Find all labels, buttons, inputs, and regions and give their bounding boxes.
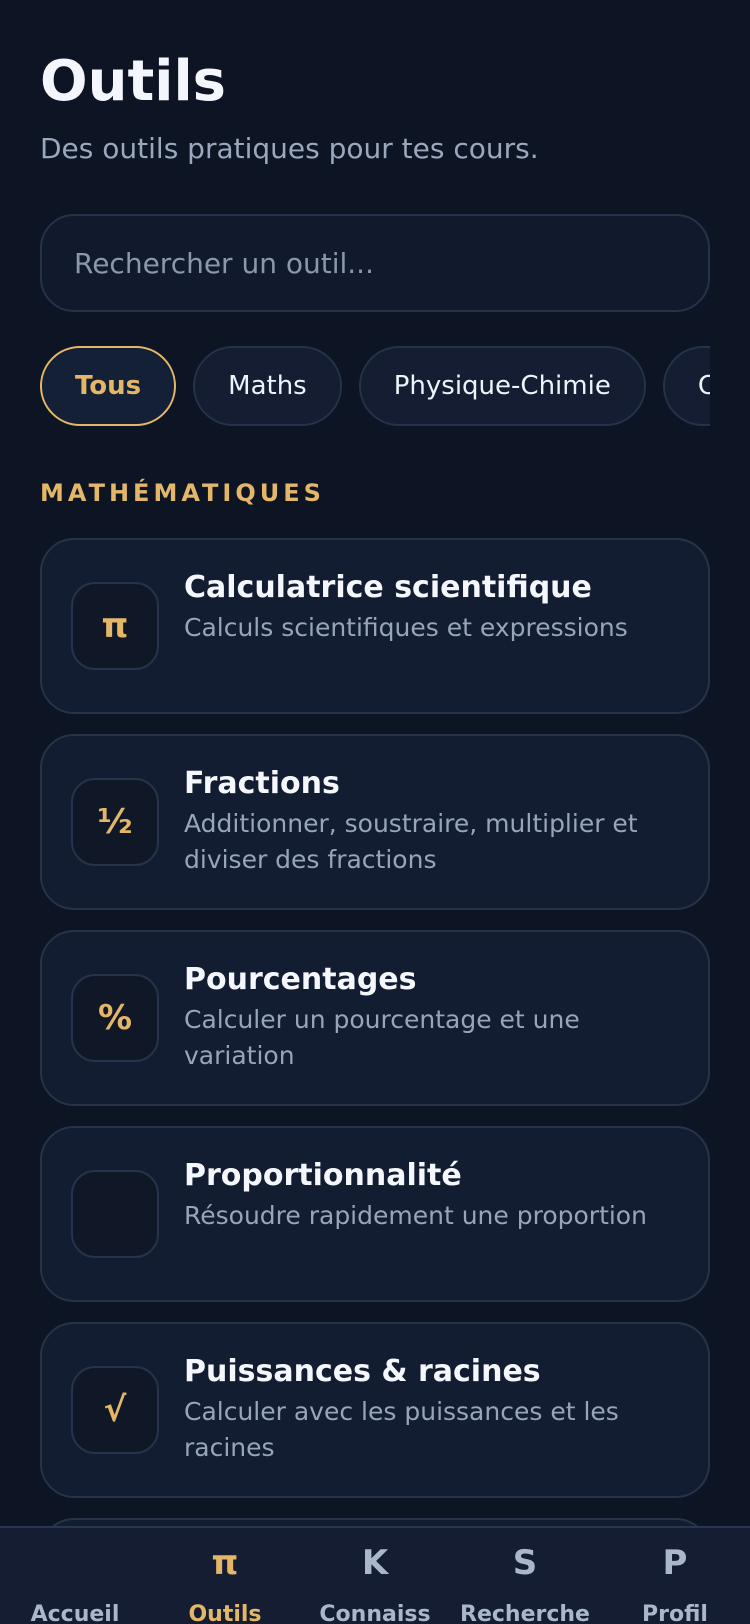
tool-description: Calculs scientifiques et expressions	[184, 613, 628, 642]
nav-label: Accueil	[30, 1602, 120, 1624]
nav-item-recherche[interactable]: S Recherche	[450, 1528, 600, 1624]
nav-label: Recherche	[460, 1602, 590, 1624]
pi-icon: π	[71, 582, 159, 670]
nav-item-outils[interactable]: π Outils	[150, 1528, 300, 1624]
tool-description: Additionner, soustraire, multiplier et d…	[184, 809, 638, 874]
bottom-navigation: Accueil π Outils K Connaiss S Recherche …	[0, 1526, 750, 1624]
tool-card-calculatrice-scientifique[interactable]: π Calculatrice scientifique Calculs scie…	[40, 538, 710, 714]
fraction-icon: ½	[71, 778, 159, 866]
s-icon: S	[512, 1543, 538, 1583]
filter-chip-physique-chimie[interactable]: Physique-Chimie	[358, 346, 646, 426]
square-root-icon: √	[71, 1366, 159, 1454]
tool-title: Calculatrice scientifique	[184, 570, 592, 605]
tool-card-pourcentages[interactable]: % Pourcentages Calculer un pourcentage e…	[40, 930, 710, 1106]
filter-chips-row: Tous Maths Physique-Chimie Con	[40, 346, 710, 426]
tool-text: Proportionnalité Résoudre rapidement une…	[184, 1156, 679, 1234]
k-icon: K	[361, 1543, 389, 1583]
section-title-mathematiques: MATHÉMATIQUES	[40, 479, 325, 507]
tool-title: Puissances & racines	[184, 1354, 541, 1389]
tool-list: π Calculatrice scientifique Calculs scie…	[40, 538, 710, 1518]
percent-icon: %	[71, 974, 159, 1062]
tool-card-proportionnalite[interactable]: Proportionnalité Résoudre rapidement une…	[40, 1126, 710, 1302]
nav-item-profil[interactable]: P Profil	[600, 1528, 750, 1624]
tool-text: Pourcentages Calculer un pourcentage et …	[184, 960, 679, 1074]
p-icon: P	[662, 1543, 688, 1583]
nav-item-accueil[interactable]: Accueil	[0, 1528, 150, 1624]
page-subtitle: Des outils pratiques pour tes cours.	[40, 132, 539, 165]
nav-item-connaissances[interactable]: K Connaiss	[300, 1528, 450, 1624]
filter-chip-con[interactable]: Con	[662, 346, 710, 426]
tool-description: Calculer un pourcentage et une variation	[184, 1005, 580, 1070]
nav-label: Profil	[642, 1602, 708, 1624]
tool-text: Calculatrice scientifique Calculs scient…	[184, 568, 679, 646]
tool-title: Pourcentages	[184, 962, 417, 997]
page-title: Outils	[40, 49, 226, 114]
tool-description: Résoudre rapidement une proportion	[184, 1201, 647, 1230]
tool-text: Fractions Additionner, soustraire, multi…	[184, 764, 679, 878]
search-field-container[interactable]	[40, 214, 710, 312]
filter-chips: Tous Maths Physique-Chimie Con	[40, 346, 710, 426]
tool-card-puissances-racines[interactable]: √ Puissances & racines Calculer avec les…	[40, 1322, 710, 1498]
nav-label: Outils	[188, 1602, 262, 1624]
tool-description: Calculer avec les puissances et les raci…	[184, 1397, 619, 1462]
tool-title: Fractions	[184, 766, 340, 801]
filter-chip-maths[interactable]: Maths	[193, 346, 342, 426]
nav-label: Connaiss	[319, 1602, 431, 1624]
filter-chip-tous[interactable]: Tous	[40, 346, 177, 426]
search-input[interactable]	[74, 246, 676, 280]
proportion-icon	[71, 1170, 159, 1258]
pi-icon: π	[211, 1543, 239, 1583]
tool-title: Proportionnalité	[184, 1158, 462, 1193]
tools-screen: Outils Des outils pratiques pour tes cou…	[0, 0, 750, 1624]
tool-text: Puissances & racines Calculer avec les p…	[184, 1352, 679, 1466]
tool-card-fractions[interactable]: ½ Fractions Additionner, soustraire, mul…	[40, 734, 710, 910]
